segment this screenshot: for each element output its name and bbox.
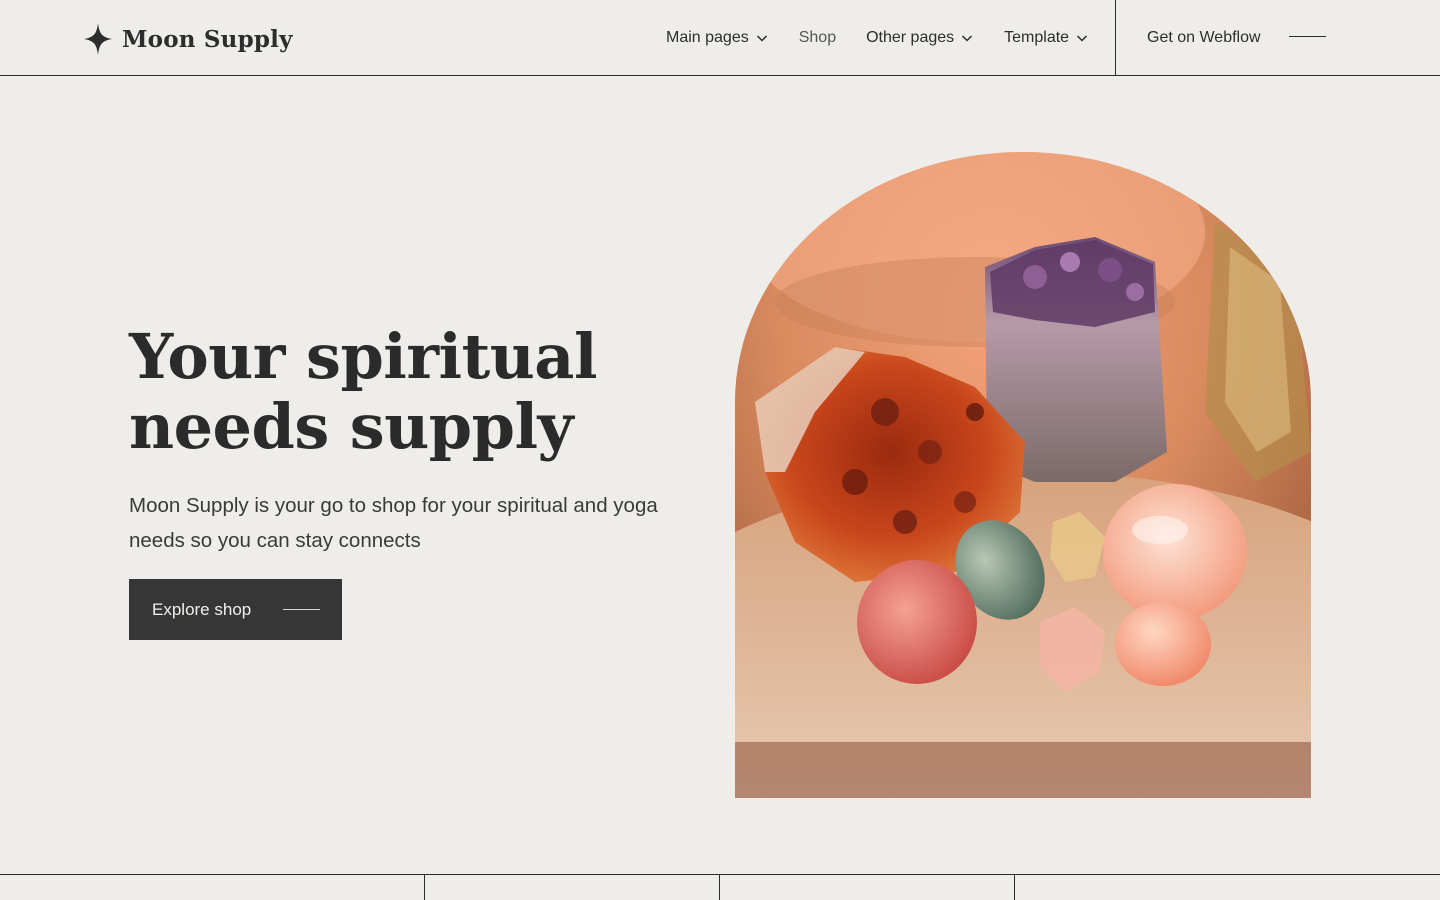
chevron-down-icon (1077, 35, 1088, 42)
bottom-section-rule (0, 874, 1440, 875)
nav-template-label: Template (1004, 29, 1070, 46)
main-nav: Main pages Shop Other pages Template (666, 26, 1089, 50)
nav-template[interactable]: Template (1004, 29, 1089, 47)
nav-main-pages-label: Main pages (666, 29, 749, 46)
explore-shop-label: Explore shop (152, 599, 252, 619)
chevron-down-icon (962, 35, 973, 42)
hero-image (735, 152, 1311, 798)
hero-title: Your spiritual needs supply (129, 322, 649, 462)
brand-name: Moon Supply (122, 25, 293, 53)
nav-shop-label: Shop (798, 29, 837, 46)
site-header: Moon Supply Main pages Shop Other pages … (0, 0, 1440, 76)
bottom-column-divider (719, 874, 720, 900)
hero-description: Moon Supply is your go to shop for your … (129, 494, 658, 552)
nav-main-pages[interactable]: Main pages (666, 29, 769, 47)
explore-shop-button[interactable]: Explore shop (129, 579, 342, 640)
chevron-down-icon (756, 35, 767, 42)
nav-shop[interactable]: Shop (799, 29, 836, 47)
menu-line-icon[interactable] (1289, 36, 1326, 37)
star-icon (84, 23, 112, 55)
hero-title-line-2: needs supply (129, 390, 574, 463)
crystals-image-illustration (735, 152, 1311, 798)
arrow-line-icon (283, 609, 320, 610)
bottom-column-divider (424, 874, 425, 900)
get-on-webflow-link[interactable]: Get on Webflow (1147, 26, 1261, 50)
nav-other-pages-label: Other pages (866, 29, 955, 46)
brand-logo-link[interactable]: Moon Supply (84, 22, 293, 56)
nav-other-pages[interactable]: Other pages (866, 29, 974, 47)
bottom-column-divider (1014, 874, 1015, 900)
hero-title-line-1: Your spiritual (129, 320, 598, 393)
header-divider (1115, 0, 1116, 76)
